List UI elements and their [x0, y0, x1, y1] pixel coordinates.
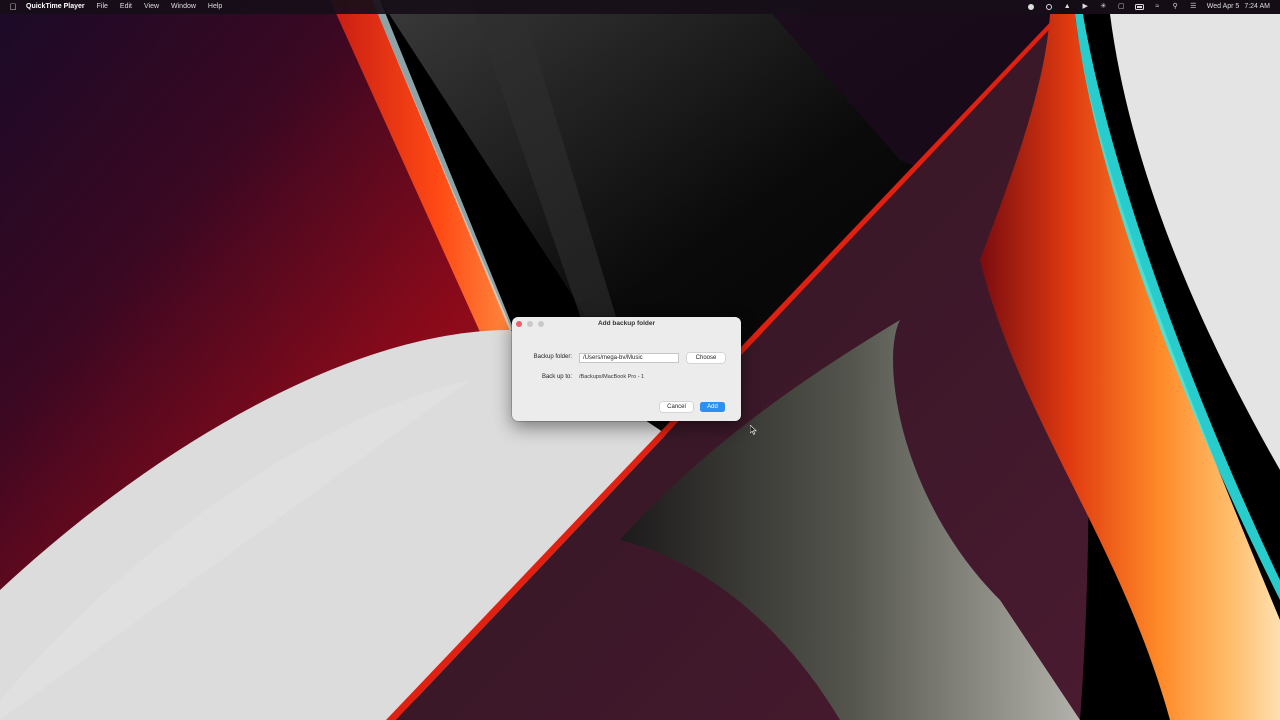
vpn-icon[interactable]: ▲ — [1063, 3, 1072, 12]
screen-mirror-icon[interactable]: ▢ — [1117, 3, 1126, 12]
menu-bar:  QuickTime Player File Edit View Window… — [0, 0, 1280, 14]
menu-clock[interactable]: Wed Apr 5 7:24 AM — [1207, 0, 1270, 14]
add-button[interactable]: Add — [700, 402, 725, 412]
control-center-icon[interactable]: ☰ — [1189, 3, 1198, 12]
menu-window[interactable]: Window — [165, 0, 202, 14]
menu-edit[interactable]: Edit — [114, 0, 138, 14]
menu-view[interactable]: View — [138, 0, 165, 14]
battery-icon[interactable] — [1134, 3, 1144, 12]
mouse-cursor-icon — [750, 425, 757, 435]
clock-date: Wed Apr 5 — [1206, 3, 1240, 10]
clock-time: 7:24 AM — [1244, 3, 1270, 10]
back-up-to-label: Back up to: — [541, 374, 572, 380]
choose-button[interactable]: Choose — [687, 353, 725, 363]
backup-folder-label: Backup folder: — [533, 354, 572, 360]
status-area: ▲ ▶ ✳ ▢ ≈ ⚲ ☰ Wed Apr 5 7:24 AM — [1027, 0, 1280, 14]
bluetooth-icon[interactable]: ✳ — [1099, 3, 1108, 12]
menu-app-name[interactable]: QuickTime Player — [26, 0, 91, 14]
play-circle-icon[interactable]: ▶ — [1081, 3, 1090, 12]
wifi-icon[interactable]: ≈ — [1153, 3, 1162, 12]
back-up-to-value: /Backups/MacBook Pro - 1 — [579, 374, 645, 380]
user-switch-icon[interactable] — [1045, 3, 1054, 12]
add-backup-folder-dialog: Add backup folder Backup folder: /Users/… — [512, 317, 741, 421]
record-icon[interactable] — [1027, 3, 1036, 12]
menu-help[interactable]: Help — [202, 0, 228, 14]
backup-folder-field[interactable]: /Users/mega-bv/Music — [579, 353, 679, 363]
search-icon[interactable]: ⚲ — [1171, 3, 1180, 12]
apple-menu-icon[interactable]:  — [0, 0, 26, 14]
menu-file[interactable]: File — [91, 0, 114, 14]
cancel-button[interactable]: Cancel — [660, 402, 693, 412]
dialog-titlebar[interactable]: Add backup folder — [512, 317, 741, 331]
dialog-title: Add backup folder — [597, 320, 656, 327]
